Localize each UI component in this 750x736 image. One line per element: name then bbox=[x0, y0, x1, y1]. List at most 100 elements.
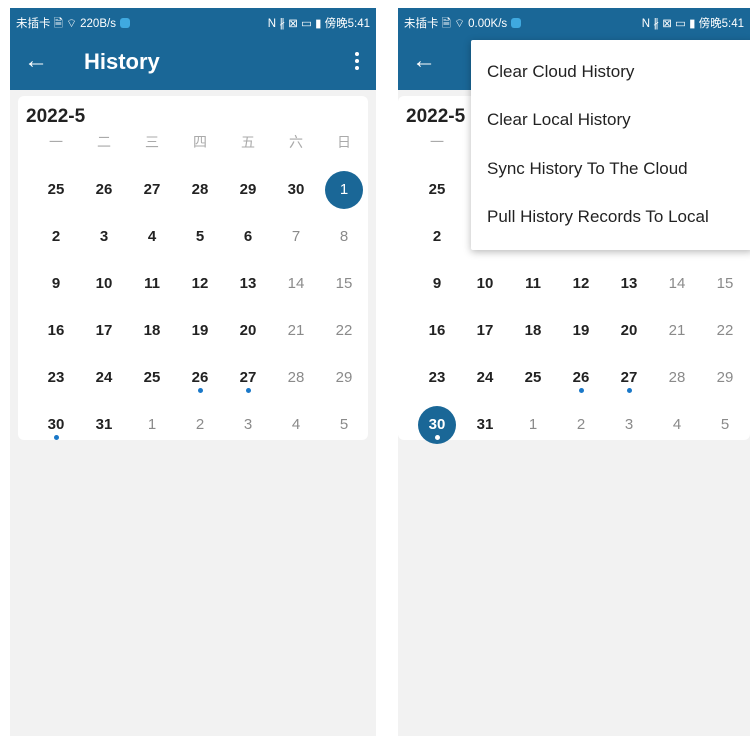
calendar-day-number: 14 bbox=[287, 275, 305, 292]
calendar-day-number: 26 bbox=[191, 369, 209, 386]
calendar-day[interactable]: 25 bbox=[128, 358, 176, 398]
calendar-day[interactable]: 15 bbox=[701, 264, 749, 304]
calendar-day[interactable]: 2 bbox=[413, 217, 461, 257]
calendar-day[interactable]: 9 bbox=[32, 264, 80, 304]
calendar-day[interactable]: 25 bbox=[413, 170, 461, 210]
calendar-day[interactable]: 14 bbox=[653, 264, 701, 304]
calendar-day[interactable]: 2 bbox=[176, 405, 224, 445]
calendar-day[interactable]: 13 bbox=[605, 264, 653, 304]
calendar-day[interactable]: 1 bbox=[128, 405, 176, 445]
calendar-day[interactable]: 4 bbox=[653, 405, 701, 445]
calendar-day[interactable]: 3 bbox=[605, 405, 653, 445]
calendar-day[interactable]: 2 bbox=[32, 217, 80, 257]
calendar-day[interactable]: 11 bbox=[128, 264, 176, 304]
calendar-day[interactable]: 7 bbox=[272, 217, 320, 257]
calendar-day[interactable]: 6 bbox=[224, 217, 272, 257]
calendar-day[interactable]: 31 bbox=[461, 405, 509, 445]
menu-item-sync-history[interactable]: Sync History To The Cloud bbox=[487, 159, 688, 179]
calendar-day[interactable]: 27 bbox=[128, 170, 176, 210]
calendar-day[interactable]: 5 bbox=[176, 217, 224, 257]
more-options-icon[interactable] bbox=[352, 50, 362, 74]
calendar-day[interactable]: 4 bbox=[128, 217, 176, 257]
calendar-day-number: 5 bbox=[195, 228, 205, 245]
calendar-day[interactable]: 30 bbox=[32, 405, 80, 445]
calendar-day[interactable]: 9 bbox=[413, 264, 461, 304]
calendar-day[interactable]: 5 bbox=[320, 405, 368, 445]
calendar-day[interactable]: 29 bbox=[320, 358, 368, 398]
calendar-day[interactable]: 10 bbox=[461, 264, 509, 304]
calendar-day[interactable]: 28 bbox=[272, 358, 320, 398]
menu-item-pull-history[interactable]: Pull History Records To Local bbox=[487, 207, 709, 227]
shield-icon bbox=[511, 18, 522, 28]
calendar-day[interactable]: 31 bbox=[80, 405, 128, 445]
calendar-day-number: 30 bbox=[428, 416, 446, 433]
calendar-day-number: 25 bbox=[47, 181, 65, 198]
calendar-day[interactable]: 29 bbox=[701, 358, 749, 398]
calendar-day[interactable]: 28 bbox=[653, 358, 701, 398]
calendar-day[interactable]: 25 bbox=[509, 358, 557, 398]
calendar-day[interactable]: 18 bbox=[128, 311, 176, 351]
calendar-day[interactable]: 24 bbox=[461, 358, 509, 398]
calendar-day[interactable]: 16 bbox=[32, 311, 80, 351]
calendar-day[interactable]: 19 bbox=[557, 311, 605, 351]
calendar-day[interactable]: 26 bbox=[176, 358, 224, 398]
back-arrow-icon[interactable]: ← bbox=[24, 46, 48, 76]
calendar-day[interactable]: 27 bbox=[605, 358, 653, 398]
calendar-day[interactable]: 4 bbox=[272, 405, 320, 445]
calendar-day[interactable]: 20 bbox=[605, 311, 653, 351]
calendar-month-title: 2022-5 bbox=[406, 106, 466, 127]
calendar-day[interactable]: 21 bbox=[272, 311, 320, 351]
weekday-label: 六 bbox=[289, 134, 303, 150]
calendar-day[interactable]: 18 bbox=[509, 311, 557, 351]
calendar-day[interactable]: 5 bbox=[701, 405, 749, 445]
calendar-day-number: 29 bbox=[335, 369, 353, 386]
calendar-day[interactable]: 17 bbox=[461, 311, 509, 351]
calendar-day[interactable]: 30 bbox=[272, 170, 320, 210]
calendar-day[interactable]: 20 bbox=[224, 311, 272, 351]
calendar-day[interactable]: 12 bbox=[557, 264, 605, 304]
calendar-day[interactable]: 22 bbox=[701, 311, 749, 351]
calendar-day[interactable]: 8 bbox=[320, 217, 368, 257]
calendar-day-number: 16 bbox=[47, 322, 65, 339]
calendar-day[interactable]: 1 bbox=[509, 405, 557, 445]
calendar-day[interactable]: 25 bbox=[32, 170, 80, 210]
calendar-day-number: 23 bbox=[428, 369, 446, 386]
calendar-day-selected[interactable]: 30 bbox=[413, 405, 461, 445]
calendar-day[interactable]: 26 bbox=[557, 358, 605, 398]
calendar-day-number: 31 bbox=[95, 416, 113, 433]
calendar-day[interactable]: 21 bbox=[653, 311, 701, 351]
calendar-day[interactable]: 2 bbox=[557, 405, 605, 445]
menu-item-clear-cloud-history[interactable]: Clear Cloud History bbox=[487, 62, 634, 82]
calendar-day[interactable]: 28 bbox=[176, 170, 224, 210]
calendar-day[interactable]: 13 bbox=[224, 264, 272, 304]
phone-screen-history: 未插卡 🗎 ⌔ 220B/s N ∦ ⊠ ▭ ▮ 傍晚5:41 ← Histor… bbox=[10, 8, 376, 736]
calendar-day[interactable]: 19 bbox=[176, 311, 224, 351]
status-right: N ∦ ⊠ ▭ ▮ 傍晚5:41 bbox=[267, 18, 370, 30]
calendar-day[interactable]: 12 bbox=[176, 264, 224, 304]
calendar-day-number: 8 bbox=[339, 228, 349, 245]
calendar-day[interactable]: 16 bbox=[413, 311, 461, 351]
calendar-day-number: 18 bbox=[524, 322, 542, 339]
weekday-label: 三 bbox=[145, 134, 159, 150]
calendar-day[interactable]: 15 bbox=[320, 264, 368, 304]
calendar-day[interactable]: 29 bbox=[224, 170, 272, 210]
calendar-day[interactable]: 17 bbox=[80, 311, 128, 351]
calendar-day[interactable]: 26 bbox=[80, 170, 128, 210]
calendar-day[interactable]: 11 bbox=[509, 264, 557, 304]
calendar-day[interactable]: 27 bbox=[224, 358, 272, 398]
calendar-day[interactable]: 10 bbox=[80, 264, 128, 304]
calendar-day[interactable]: 22 bbox=[320, 311, 368, 351]
calendar-day-selected[interactable]: 1 bbox=[320, 170, 368, 210]
calendar-day[interactable]: 24 bbox=[80, 358, 128, 398]
calendar-day[interactable]: 3 bbox=[80, 217, 128, 257]
menu-item-clear-local-history[interactable]: Clear Local History bbox=[487, 110, 631, 130]
calendar-day-number: 19 bbox=[572, 322, 590, 339]
back-arrow-icon[interactable]: ← bbox=[412, 46, 436, 76]
calendar-day[interactable]: 23 bbox=[413, 358, 461, 398]
calendar-day-number: 3 bbox=[99, 228, 109, 245]
calendar-day-number: 17 bbox=[95, 322, 113, 339]
history-marker-dot bbox=[434, 435, 440, 440]
calendar-day[interactable]: 23 bbox=[32, 358, 80, 398]
calendar-day[interactable]: 14 bbox=[272, 264, 320, 304]
calendar-day[interactable]: 3 bbox=[224, 405, 272, 445]
